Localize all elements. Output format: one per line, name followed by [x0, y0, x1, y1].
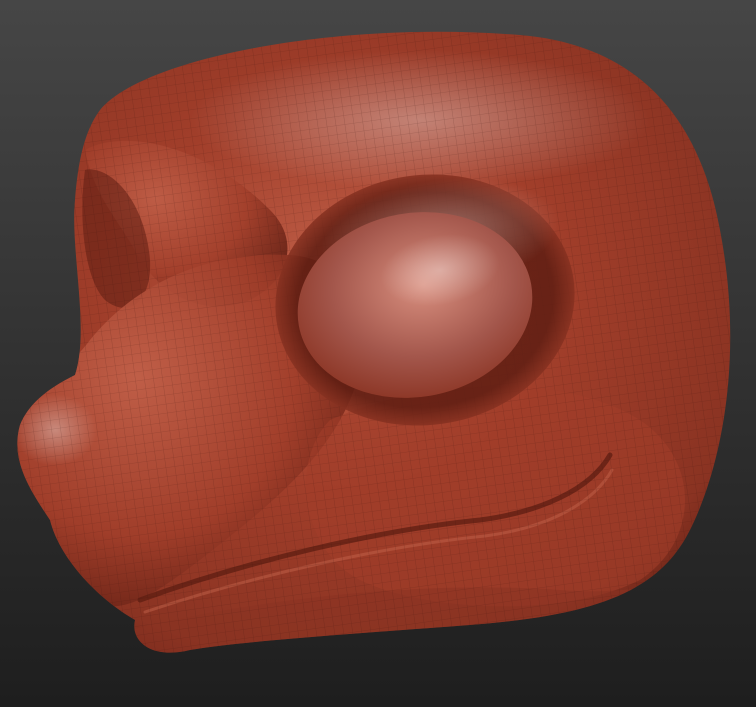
sculpt-canvas[interactable]	[0, 0, 756, 707]
sculpt-viewport[interactable]	[0, 0, 756, 707]
